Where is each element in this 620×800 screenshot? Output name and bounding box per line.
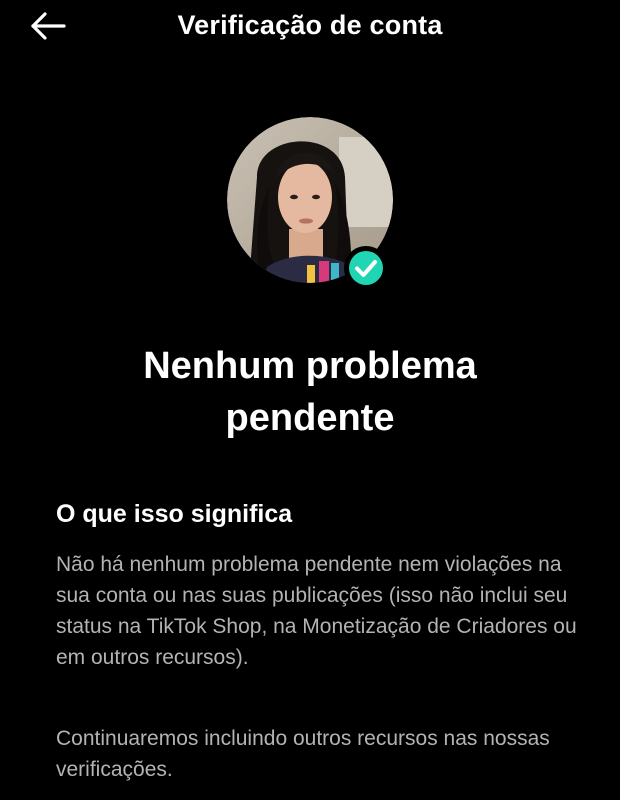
status-headline-line2: pendente bbox=[225, 397, 395, 439]
profile-avatar-container bbox=[227, 117, 393, 290]
info-section-title: O que isso significa bbox=[56, 500, 293, 528]
status-headline: Nenhum problema pendente bbox=[0, 340, 620, 444]
info-paragraph-2: Continuaremos incluindo outros recursos … bbox=[56, 727, 550, 781]
top-bar: Verificação de conta bbox=[0, 0, 620, 52]
status-headline-line1: Nenhum problema bbox=[143, 345, 477, 387]
verified-badge bbox=[344, 246, 388, 290]
info-paragraph-1: Não há nenhum problema pendente nem viol… bbox=[56, 553, 577, 669]
page-title: Verificação de conta bbox=[177, 10, 443, 40]
